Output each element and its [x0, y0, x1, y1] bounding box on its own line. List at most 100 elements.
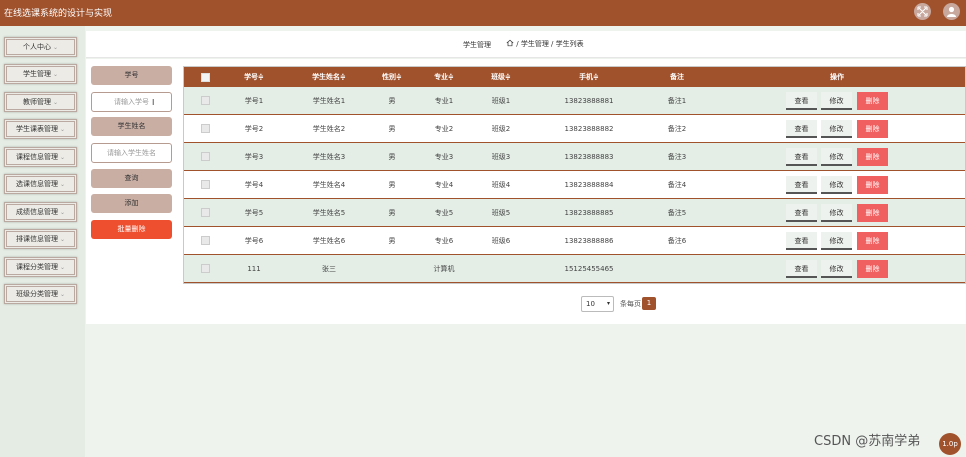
- query-button[interactable]: 查询: [91, 169, 172, 188]
- chevron-down-icon: ⌄: [59, 264, 66, 271]
- user-avatar-icon[interactable]: [943, 3, 960, 20]
- row-checkbox[interactable]: [201, 208, 210, 217]
- cell-major: 专业6: [434, 237, 454, 245]
- cell-class: 班级2: [491, 125, 511, 133]
- row-checkbox[interactable]: [201, 152, 210, 161]
- floating-helper-button[interactable]: 1.0p: [939, 433, 961, 455]
- cell-student-name: 学生姓名6: [312, 237, 346, 245]
- sidebar-item-grade-info[interactable]: 成绩信息管理 ⌄: [4, 202, 77, 222]
- cell-student-name: 学生姓名2: [312, 125, 346, 133]
- edit-button[interactable]: 修改: [821, 148, 852, 166]
- cell-major: 专业3: [434, 153, 454, 161]
- delete-button[interactable]: 删除: [857, 204, 888, 222]
- chevron-down-icon: ⌄: [59, 291, 66, 298]
- cell-student-id: 学号5: [244, 209, 264, 217]
- edit-button[interactable]: 修改: [821, 120, 852, 138]
- chevron-down-icon: ⌄: [59, 126, 66, 133]
- delete-button[interactable]: 删除: [857, 176, 888, 194]
- fullscreen-icon[interactable]: [914, 3, 931, 20]
- add-button[interactable]: 添加: [91, 194, 172, 213]
- page-number-button[interactable]: 1: [642, 297, 656, 310]
- edit-button[interactable]: 修改: [821, 232, 852, 250]
- text-cursor-icon: I: [152, 98, 155, 107]
- col-header-class[interactable]: 班级≑: [484, 67, 518, 87]
- sidebar-item-teacher-management[interactable]: 教师管理 ⌄: [4, 92, 77, 112]
- edit-button[interactable]: 修改: [821, 92, 852, 110]
- cell-major: 专业4: [434, 181, 454, 189]
- student-name-input[interactable]: 请输入学生姓名: [91, 143, 172, 163]
- delete-button[interactable]: 删除: [857, 232, 888, 250]
- view-button[interactable]: 查看: [786, 260, 817, 278]
- col-header-remark: 备注: [670, 73, 684, 81]
- table-body: 学号1 学生姓名1 男专业1 班级1 13823888881 备注1 查看 修改 删除 学号2 学生…: [184, 87, 965, 283]
- view-button[interactable]: 查看: [786, 120, 817, 138]
- sidebar-item-selection-info[interactable]: 选课信息管理 ⌄: [4, 174, 77, 194]
- sidebar-item-arrangement-info[interactable]: 排课信息管理 ⌄: [4, 229, 77, 249]
- cell-gender: 男: [388, 125, 396, 133]
- col-header-student-id[interactable]: 学号≑: [234, 67, 274, 87]
- home-icon[interactable]: [506, 39, 514, 47]
- sidebar-item-class-category[interactable]: 班级分类管理 ⌄: [4, 284, 77, 304]
- delete-button[interactable]: 删除: [857, 120, 888, 138]
- edit-button[interactable]: 修改: [821, 204, 852, 222]
- cell-remark: [662, 255, 692, 283]
- batch-delete-button[interactable]: 批量删除: [91, 220, 172, 239]
- cell-major: 计算机: [433, 265, 455, 273]
- page-size-select[interactable]: 10 ▾: [581, 296, 614, 312]
- row-checkbox[interactable]: [201, 264, 210, 273]
- sidebar-item-student-schedule[interactable]: 学生课表管理 ⌄: [4, 119, 77, 139]
- page-title: 学生管理: [463, 41, 491, 49]
- cell-class: 班级1: [491, 97, 511, 105]
- student-id-input[interactable]: 请输入学号: [91, 92, 172, 112]
- chevron-down-icon: ⌄: [59, 181, 66, 188]
- cell-remark: 备注1: [667, 97, 687, 105]
- row-checkbox[interactable]: [201, 96, 210, 105]
- cell-phone: 13823888884: [564, 181, 614, 189]
- view-button[interactable]: 查看: [786, 204, 817, 222]
- edit-button[interactable]: 修改: [821, 260, 852, 278]
- select-all-checkbox[interactable]: [201, 73, 210, 82]
- row-checkbox[interactable]: [201, 124, 210, 133]
- cell-gender: 男: [388, 97, 396, 105]
- cell-student-name: 学生姓名4: [312, 181, 346, 189]
- table-row: 学号3 学生姓名3 男 专业3 班级3 13823888883 备注3 查看 修改 删除: [184, 143, 965, 171]
- cell-student-id: 111: [247, 265, 261, 273]
- delete-button[interactable]: 删除: [857, 148, 888, 166]
- col-header-student-name[interactable]: 学生姓名≑: [299, 67, 359, 87]
- cell-class: 班级5: [491, 209, 511, 217]
- cell-gender: 男: [388, 181, 396, 189]
- chevron-down-icon: ⌄: [59, 209, 66, 216]
- view-button[interactable]: 查看: [786, 176, 817, 194]
- cell-remark: 备注4: [667, 181, 687, 189]
- view-button[interactable]: 查看: [786, 92, 817, 110]
- view-button[interactable]: 查看: [786, 232, 817, 250]
- cell-gender: 男: [388, 209, 396, 217]
- cell-student-name: 学生姓名3: [312, 153, 346, 161]
- row-checkbox[interactable]: [201, 236, 210, 245]
- breadcrumb: / 学生管理 / 学生列表: [506, 39, 584, 49]
- col-header-gender[interactable]: 性别≑: [377, 67, 407, 87]
- delete-button[interactable]: 删除: [857, 260, 888, 278]
- cell-class: [484, 255, 518, 283]
- cell-student-name: 学生姓名1: [312, 97, 346, 105]
- col-header-phone[interactable]: 手机≑: [559, 67, 619, 87]
- cell-class: 班级3: [491, 153, 511, 161]
- cell-student-id: 学号2: [244, 125, 264, 133]
- table-row: 学号4 学生姓名4 男 专业4 班级4 13823888884 备注4 查看 修改 删除: [184, 171, 965, 199]
- view-button[interactable]: 查看: [786, 148, 817, 166]
- sidebar-item-course-info[interactable]: 课程信息管理 ⌄: [4, 147, 77, 167]
- sidebar-item-course-category[interactable]: 课程分类管理 ⌄: [4, 257, 77, 277]
- col-header-major[interactable]: 专业≑: [427, 67, 461, 87]
- chevron-down-icon: ▾: [606, 300, 610, 307]
- edit-button[interactable]: 修改: [821, 176, 852, 194]
- sidebar-item-student-management[interactable]: 学生管理 ⌄: [4, 64, 77, 84]
- row-checkbox[interactable]: [201, 180, 210, 189]
- table-row: 学号2 学生姓名2 男 专业2 班级2 13823888882 备注2 查看 修改 删除: [184, 115, 965, 143]
- chevron-down-icon: ⌄: [52, 44, 59, 51]
- col-header-actions: 操作: [830, 73, 844, 81]
- chevron-down-icon: ⌄: [59, 154, 66, 161]
- cell-phone: 13823888882: [564, 125, 614, 133]
- sidebar-item-personal-center[interactable]: 个人中心 ⌄: [4, 37, 77, 57]
- delete-button[interactable]: 删除: [857, 92, 888, 110]
- table-header: 学号≑ 学生姓名≑ 性别≑ 专业≑ 班级≑ 手机≑ 备注 操作: [184, 67, 965, 87]
